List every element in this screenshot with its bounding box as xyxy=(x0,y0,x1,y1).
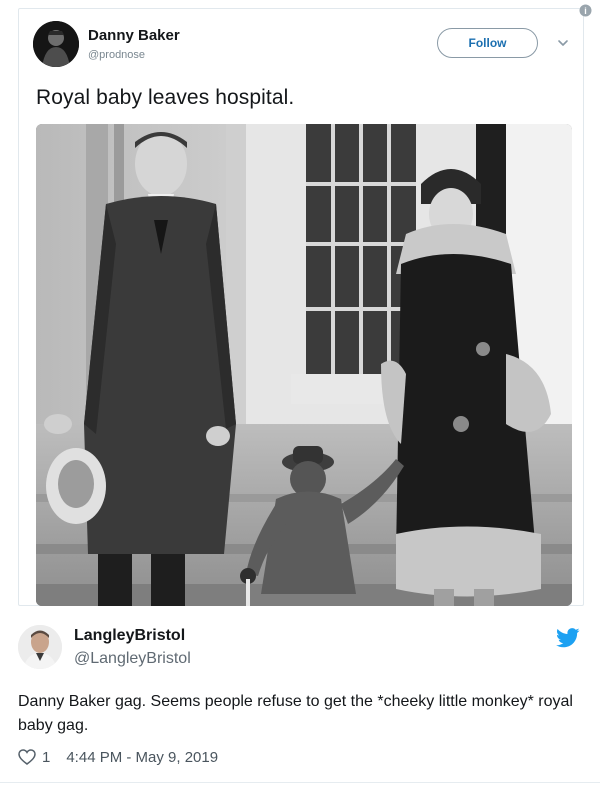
chevron-down-icon[interactable] xyxy=(556,36,570,50)
info-icon[interactable]: i xyxy=(579,4,592,17)
divider xyxy=(0,782,600,783)
reply-text: Danny Baker gag. Seems people refuse to … xyxy=(18,693,573,734)
svg-text:i: i xyxy=(584,6,587,16)
timestamp[interactable]: 4:44 PM - May 9, 2019 xyxy=(66,749,218,766)
like-count[interactable]: 1 xyxy=(42,749,50,766)
reply-meta: 1 4:44 PM - May 9, 2019 xyxy=(18,746,218,768)
avatar[interactable] xyxy=(18,625,62,669)
tweet-photo[interactable] xyxy=(36,124,572,606)
follow-button[interactable]: Follow xyxy=(437,28,538,58)
tweet-text: Royal baby leaves hospital. xyxy=(36,86,295,109)
reply-author-handle[interactable]: @LangleyBristol xyxy=(74,650,191,668)
avatar[interactable] xyxy=(33,21,79,67)
author-handle[interactable]: @prodnose xyxy=(88,49,145,61)
twitter-bird-icon[interactable] xyxy=(556,628,580,648)
author-name[interactable]: Danny Baker xyxy=(88,27,180,44)
heart-icon[interactable] xyxy=(18,749,36,765)
reply-author-name[interactable]: LangleyBristol xyxy=(74,627,185,645)
